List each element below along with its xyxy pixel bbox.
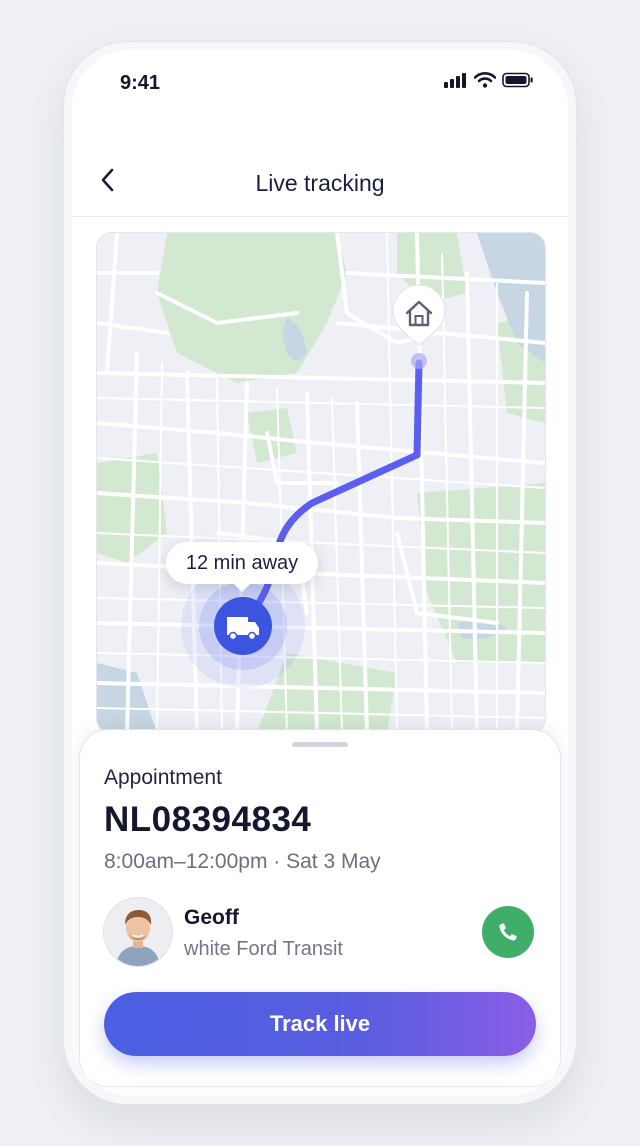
call-driver-button[interactable] xyxy=(482,906,534,958)
appointment-time: 8:00am–12:00pm · Sat 3 May xyxy=(104,850,381,873)
appointment-label: Appointment xyxy=(104,766,222,789)
eta-label: 12 min away xyxy=(185,551,299,574)
status-time: 9:41 xyxy=(120,72,161,94)
driver-vehicle: white Ford Transit xyxy=(184,938,343,960)
screen: 9:41 Live tracking 12 min away Appointme… xyxy=(72,50,568,1096)
signal-icon xyxy=(444,73,466,88)
bottom-sheet: Appointment NL08394834 8:00am–12:00pm · … xyxy=(80,730,560,1086)
track-live-button[interactable]: Track live xyxy=(104,992,536,1056)
eta-bubble: 12 min away xyxy=(166,542,318,592)
sheet-drag-handle[interactable] xyxy=(292,742,348,747)
status-icons xyxy=(444,72,534,88)
map-view[interactable] xyxy=(96,232,546,734)
driver-photo xyxy=(104,898,172,966)
map-canvas xyxy=(97,233,545,733)
appointment-number: NL08394834 xyxy=(104,800,312,839)
driver-avatar xyxy=(104,898,172,966)
phone-frame: 9:41 Live tracking 12 min away Appointme… xyxy=(64,42,576,1104)
route-end-dot xyxy=(411,353,427,369)
wifi-icon xyxy=(474,72,496,88)
nav-header: Live tracking xyxy=(72,130,568,217)
page-title: Live tracking xyxy=(255,170,385,196)
driver-name: Geoff xyxy=(184,906,239,929)
status-bar: 9:41 xyxy=(72,50,568,130)
battery-icon xyxy=(502,72,533,88)
phone-icon xyxy=(499,923,517,941)
